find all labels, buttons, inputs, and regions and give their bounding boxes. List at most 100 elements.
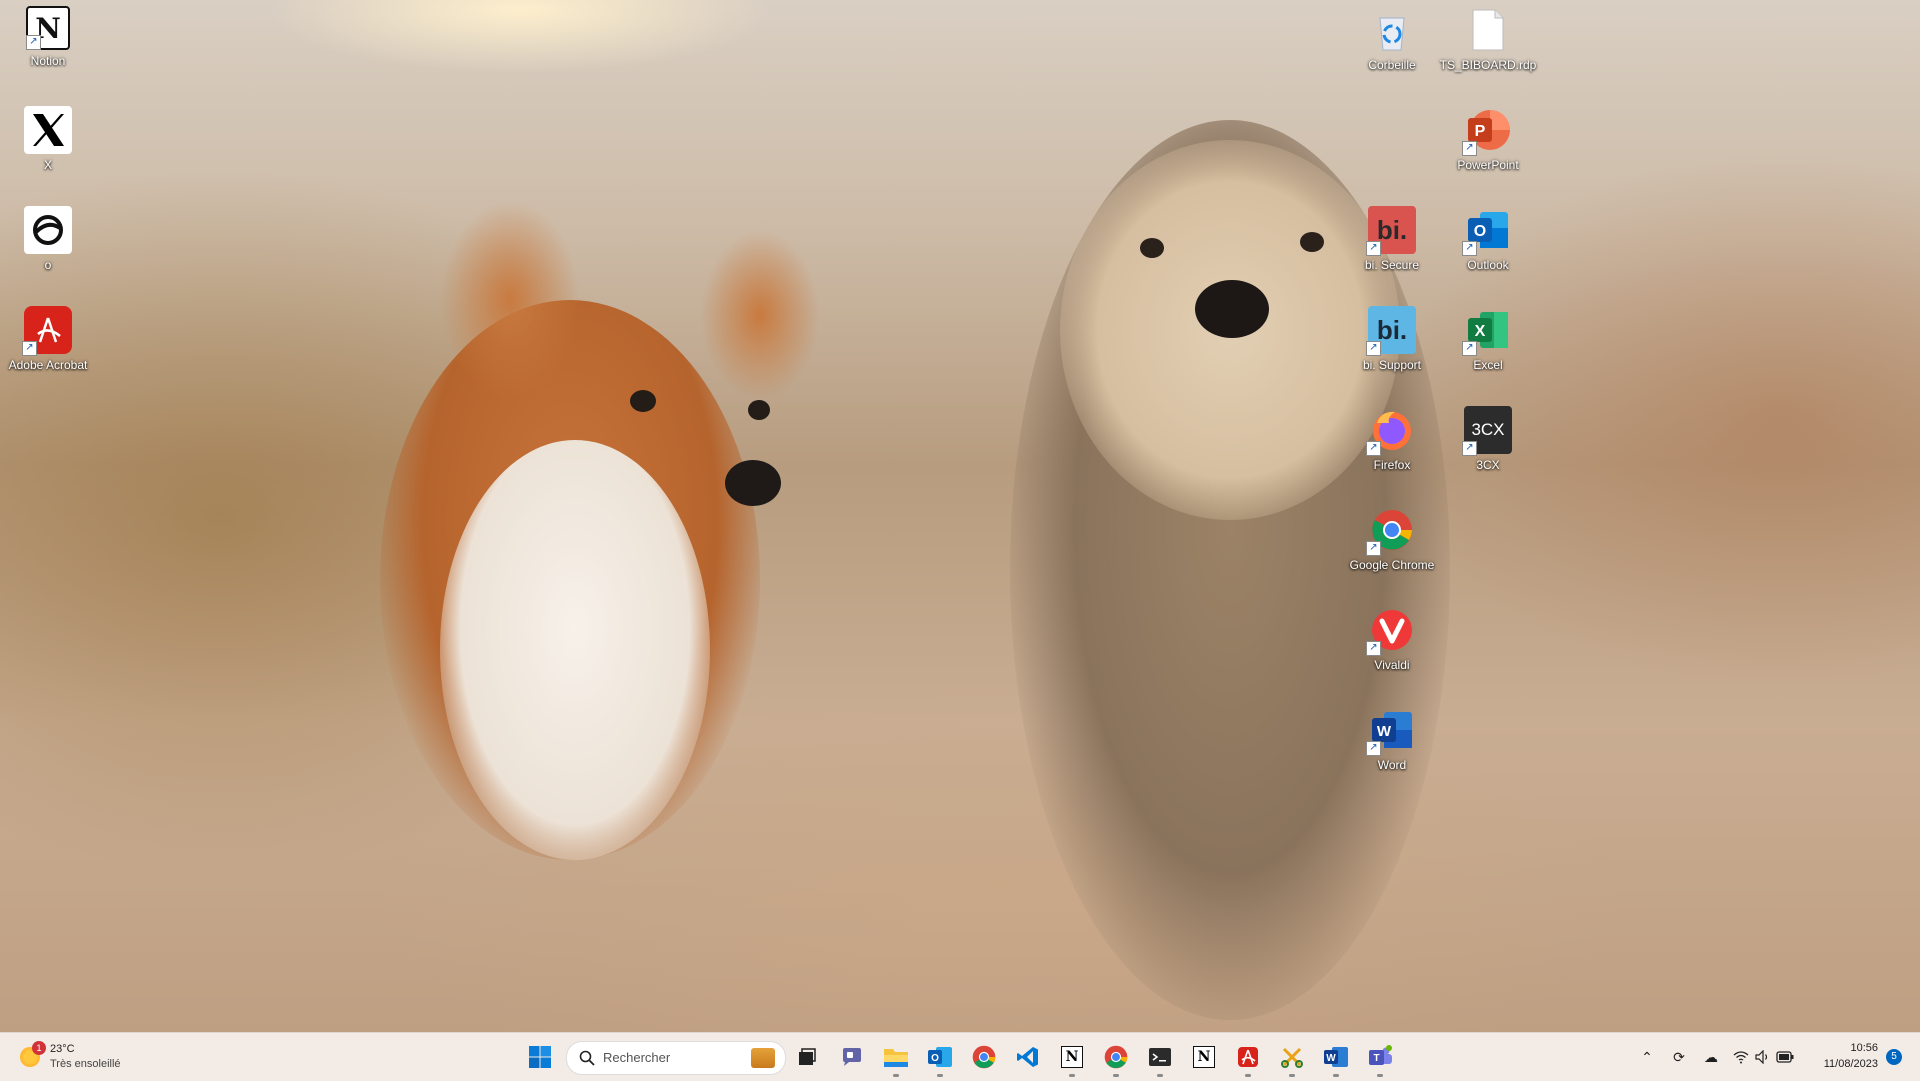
taskbar-terminal[interactable]	[1144, 1041, 1176, 1077]
search-icon	[579, 1050, 595, 1066]
desktop-icon-notion[interactable]: N ↗ Notion	[0, 0, 96, 92]
start-button[interactable]	[524, 1041, 556, 1073]
desktop-icon-outlook[interactable]: O ↗ Outlook	[1440, 200, 1536, 292]
3cx-icon: 3CX ↗	[1462, 406, 1512, 456]
word-icon: W ↗	[1366, 706, 1416, 756]
svg-text:O: O	[931, 1053, 939, 1064]
volume-icon	[1755, 1050, 1768, 1064]
desktop-icon-bi-secure[interactable]: bi. ↗ bi. Secure	[1344, 200, 1440, 292]
snipping-tool-icon	[1281, 1047, 1303, 1068]
desktop-icon-x[interactable]: X	[0, 100, 96, 192]
desktop-icon-excel[interactable]: X ↗ Excel	[1440, 300, 1536, 392]
tray-wifi[interactable]	[1730, 1046, 1752, 1068]
sync-icon: ⟳	[1673, 1048, 1685, 1065]
file-icon	[1464, 6, 1512, 54]
adobe-acrobat-icon: ↗	[22, 306, 72, 356]
desktop-icon-bi-support[interactable]: bi. ↗ bi. Support	[1344, 300, 1440, 392]
taskbar-snipping-tool[interactable]	[1276, 1041, 1308, 1077]
chrome-icon: ↗	[1366, 506, 1416, 556]
taskbar-acrobat[interactable]	[1232, 1041, 1264, 1077]
powerpoint-icon: P ↗	[1462, 106, 1512, 156]
taskbar-file-explorer[interactable]	[880, 1041, 912, 1077]
tray-battery[interactable]	[1774, 1046, 1796, 1068]
desktop-icon-rdp-file[interactable]: TS_BIBOARD.rdp	[1440, 0, 1536, 92]
taskbar-notion[interactable]: N	[1056, 1041, 1088, 1077]
taskbar: 1 23°C Très ensoleillé Rechercher O N N …	[0, 1032, 1920, 1081]
terminal-icon	[1149, 1048, 1171, 1066]
vivaldi-icon: ↗	[1366, 606, 1416, 656]
svg-text:X: X	[1475, 323, 1486, 340]
teams-chat-icon	[843, 1048, 861, 1066]
desktop-wallpaper: N ↗ Notion X o ↗ Adobe Acrobat Corbeille	[0, 0, 1920, 1032]
tray-onedrive[interactable]: ☁	[1700, 1046, 1722, 1068]
svg-text:O: O	[1474, 223, 1486, 240]
running-indicator	[893, 1074, 899, 1077]
notification-count: 5	[1891, 1051, 1897, 1062]
tray-sync[interactable]: ⟳	[1668, 1046, 1690, 1068]
notification-center-button[interactable]: 5	[1886, 1049, 1902, 1065]
weather-badge: 1	[32, 1041, 46, 1055]
weather-condition: Très ensoleillé	[50, 1058, 121, 1070]
x-icon	[24, 106, 72, 154]
desktop-icon-3cx[interactable]: 3CX ↗ 3CX	[1440, 400, 1536, 492]
tray-volume[interactable]	[1752, 1046, 1774, 1068]
clock[interactable]: 10:56 11/08/2023	[1806, 1040, 1886, 1074]
acrobat-icon	[1238, 1047, 1258, 1067]
taskbar-notion-calendar[interactable]: N	[1188, 1041, 1220, 1073]
svg-text:W: W	[1377, 723, 1392, 740]
desktop-icon-word[interactable]: W ↗ Word	[1344, 700, 1440, 792]
taskbar-outlook[interactable]: O	[924, 1041, 956, 1077]
svg-text:P: P	[1475, 123, 1486, 140]
chevron-up-icon: ⌃	[1641, 1048, 1653, 1065]
running-indicator	[1333, 1074, 1339, 1077]
clock-date: 11/08/2023	[1823, 1058, 1878, 1070]
show-hidden-icons-button[interactable]: ⌃	[1636, 1046, 1658, 1068]
taskbar-search[interactable]: Rechercher	[566, 1041, 786, 1075]
taskbar-teams[interactable]: T	[1364, 1041, 1396, 1077]
word-icon: W	[1324, 1047, 1348, 1067]
svg-text:T: T	[1373, 1053, 1379, 1064]
outlook-icon: O ↗	[1462, 206, 1512, 256]
search-placeholder: Rechercher	[603, 1050, 671, 1065]
cloud-icon: ☁	[1704, 1048, 1718, 1065]
desktop-icon-powerpoint[interactable]: P ↗ PowerPoint	[1440, 100, 1536, 192]
notion-calendar-icon: N	[1193, 1046, 1215, 1068]
o-app-icon	[24, 206, 72, 254]
file-explorer-icon	[884, 1049, 908, 1067]
notion-icon: N ↗	[26, 6, 70, 50]
desktop-icon-vivaldi[interactable]: ↗ Vivaldi	[1344, 600, 1440, 692]
running-indicator	[1157, 1074, 1163, 1077]
desktop-icon-o[interactable]: o	[0, 200, 96, 292]
desktop-icon-adobe-acrobat[interactable]: ↗ Adobe Acrobat	[0, 300, 96, 392]
running-indicator	[1113, 1074, 1119, 1077]
taskbar-word[interactable]: W	[1320, 1041, 1352, 1077]
task-view-icon	[799, 1048, 816, 1065]
desktop-icon-recycle-bin[interactable]: Corbeille	[1344, 0, 1440, 92]
excel-icon: X ↗	[1462, 306, 1512, 356]
clock-time: 10:56	[1850, 1042, 1878, 1054]
weather-widget[interactable]: 1 23°C Très ensoleillé	[16, 1039, 146, 1075]
running-indicator	[937, 1074, 943, 1077]
windows-start-icon	[529, 1046, 551, 1068]
running-indicator	[1377, 1074, 1383, 1077]
wifi-icon	[1733, 1051, 1749, 1064]
recycle-bin-icon	[1368, 6, 1416, 54]
taskbar-teams-chat[interactable]	[836, 1041, 868, 1073]
desktop-icon-firefox[interactable]: ↗ Firefox	[1344, 400, 1440, 492]
svg-text:W: W	[1326, 1053, 1336, 1064]
taskbar-chrome[interactable]	[968, 1041, 1000, 1073]
weather-temp: 23°C	[50, 1043, 75, 1055]
teams-icon: T	[1369, 1045, 1392, 1065]
notion-icon: N	[1061, 1046, 1083, 1068]
running-indicator	[1245, 1074, 1251, 1077]
outlook-icon: O	[928, 1047, 952, 1067]
vscode-icon	[1017, 1047, 1038, 1067]
desktop-icon-google-chrome[interactable]: ↗ Google Chrome	[1344, 500, 1440, 592]
search-highlight-icon	[751, 1048, 775, 1068]
taskbar-chrome-profile[interactable]	[1100, 1041, 1132, 1077]
taskbar-vscode[interactable]	[1012, 1041, 1044, 1073]
running-indicator	[1289, 1074, 1295, 1077]
taskbar-task-view[interactable]	[791, 1041, 823, 1073]
bi-support-icon: bi. ↗	[1366, 306, 1416, 356]
chrome-profile-icon	[1104, 1045, 1128, 1069]
